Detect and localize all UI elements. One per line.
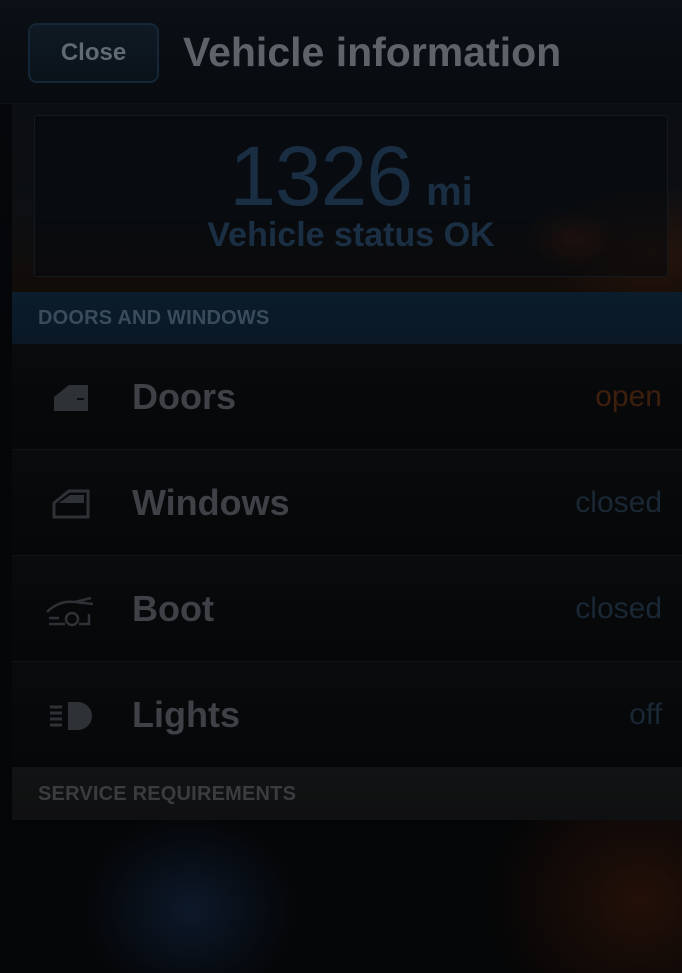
doors-label: Doors	[132, 376, 237, 417]
car-boot-icon	[42, 591, 100, 629]
row-lights[interactable]: Lights off	[12, 662, 682, 768]
service-requirements-area	[12, 820, 682, 973]
window-icon	[42, 485, 100, 523]
row-doors[interactable]: Doors open	[12, 344, 682, 450]
windows-label: Windows	[132, 482, 290, 523]
odometer-value: 1326	[229, 129, 413, 223]
row-boot[interactable]: Boot closed	[12, 556, 682, 662]
odometer-reading: 1326 mi	[35, 134, 667, 218]
vehicle-info-screen: Close Vehicle information 1326 mi Vehicl…	[0, 0, 682, 973]
nav-bar: Close Vehicle information	[0, 0, 682, 104]
section-header-doors-windows: DOORS AND WINDOWS	[12, 292, 682, 344]
headlight-icon	[42, 697, 100, 735]
odometer-panel: 1326 mi Vehicle status OK	[12, 104, 682, 292]
row-windows[interactable]: Windows closed	[12, 450, 682, 556]
doors-status: open	[595, 380, 662, 413]
boot-label: Boot	[132, 588, 214, 629]
odometer-unit: mi	[426, 170, 473, 214]
vehicle-status: Vehicle status OK	[207, 216, 495, 254]
lights-status: off	[629, 698, 662, 731]
odometer-box: 1326 mi Vehicle status OK	[34, 115, 668, 277]
page-title: Vehicle information	[183, 29, 562, 75]
lights-label: Lights	[132, 694, 240, 735]
boot-status: closed	[575, 592, 662, 625]
door-icon	[42, 379, 100, 417]
windows-status: closed	[575, 486, 662, 519]
close-button[interactable]: Close	[28, 23, 159, 83]
section-header-service-requirements: SERVICE REQUIREMENTS	[12, 768, 682, 820]
